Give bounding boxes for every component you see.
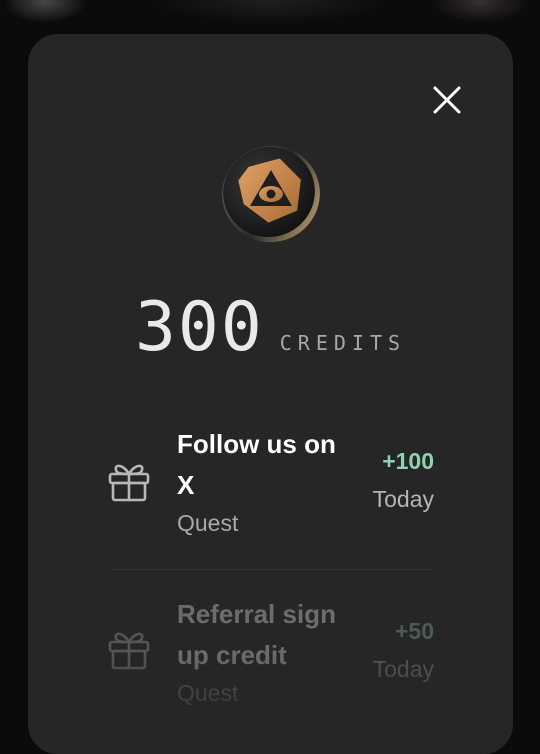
history-item-points: +100 xyxy=(382,448,434,474)
credit-unit-label: CREDITS xyxy=(279,331,407,355)
gift-icon xyxy=(106,458,152,504)
history-item-type: Quest xyxy=(177,510,239,536)
credit-amount: 300 xyxy=(134,288,264,367)
credit-balance: 300 CREDITS xyxy=(28,288,513,367)
history-item-title: Follow us on X xyxy=(177,429,336,500)
history-item-date: Today xyxy=(372,486,434,512)
gift-icon xyxy=(106,626,152,672)
history-item-points: +50 xyxy=(394,618,434,644)
divider xyxy=(110,569,434,570)
close-icon xyxy=(433,86,461,114)
coin-icon xyxy=(218,140,324,246)
credits-modal: 300 CREDITS Follow us on X Quest +100 Tod… xyxy=(28,34,513,754)
close-button[interactable] xyxy=(427,84,467,118)
history-item-date: Today xyxy=(372,656,434,682)
history-item-type: Quest xyxy=(177,680,239,706)
history-item-title: Referral sign up credit xyxy=(177,599,336,670)
